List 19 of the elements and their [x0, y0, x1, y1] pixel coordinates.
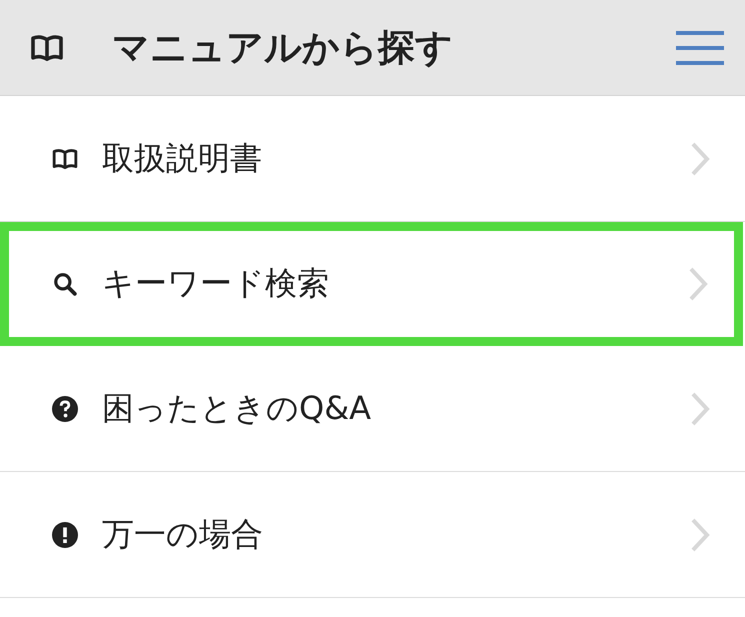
question-icon — [52, 396, 78, 422]
page-title: マニュアルから探す — [112, 24, 454, 70]
item-label: 取扱説明書 — [102, 138, 263, 178]
menu-item[interactable]: 万一の場合 — [0, 472, 745, 598]
menu-item[interactable]: 取扱説明書 — [0, 96, 745, 222]
menu-item[interactable]: キーワード検索 — [0, 222, 743, 346]
chevron-icon — [688, 266, 708, 302]
exclamation-icon — [52, 522, 78, 548]
item-label: キーワード検索 — [102, 263, 330, 304]
chevron-icon — [690, 140, 710, 176]
item-label: 万一の場合 — [102, 514, 264, 554]
book-icon — [30, 34, 64, 62]
chevron-icon — [690, 516, 710, 552]
chevron-icon — [690, 390, 710, 426]
menu-item[interactable]: 困ったときのQ&A — [0, 346, 745, 472]
menu-icon[interactable] — [676, 30, 724, 64]
item-label: 困ったときのQ&A — [102, 388, 372, 428]
search-icon — [52, 271, 78, 297]
book-icon — [52, 148, 78, 170]
